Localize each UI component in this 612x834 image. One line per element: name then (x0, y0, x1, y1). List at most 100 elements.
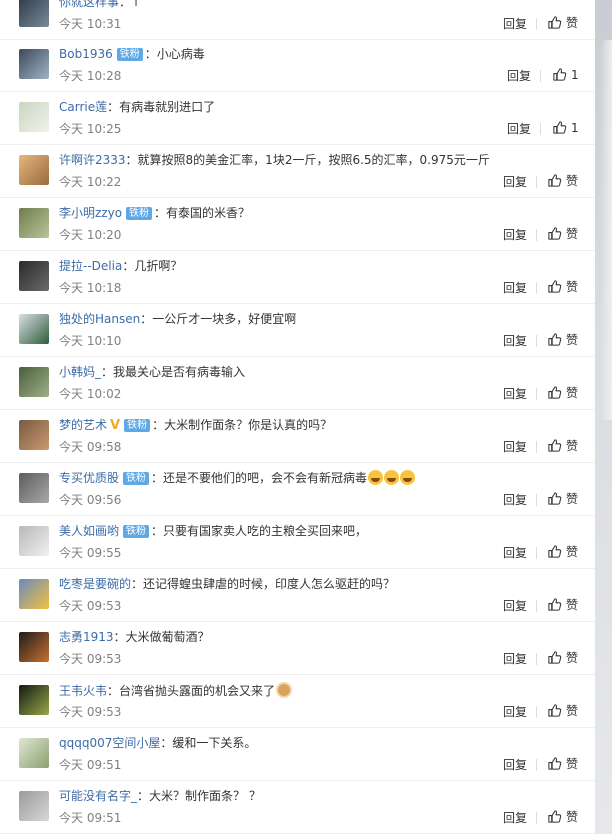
comment-text: ：缓和一下关系。 (160, 736, 257, 750)
comment-content: 独处的Hansen：一公斤才一块多，好便宜啊 (59, 311, 296, 327)
reply-button[interactable]: 回复 (503, 174, 527, 190)
avatar[interactable] (19, 102, 49, 132)
avatar[interactable] (19, 526, 49, 556)
username-link[interactable]: 专买优质股 (59, 471, 119, 485)
verified-icon: V (110, 418, 121, 433)
like-button[interactable]: 赞 (547, 173, 578, 191)
like-button[interactable]: 赞 (547, 809, 578, 827)
like-button[interactable]: 赞 (547, 756, 578, 774)
comment-item: 小韩妈_：我最关心是否有病毒输入 今天 10:02 回复 赞 (0, 357, 595, 410)
comment-time: 今天 10:20 (59, 228, 122, 242)
comment-feed: 你就这样事：↑ 今天 10:31 回复赞 Bob1936 铁粉 ：小心病毒 今天 10:28… (0, 0, 595, 834)
comment-text: ：小心病毒 (144, 47, 205, 61)
fan-badge: 铁粉 (126, 207, 153, 220)
divider (536, 18, 537, 30)
username-link[interactable]: 许啊许2333 (59, 153, 126, 167)
username-link[interactable]: 王韦火韦 (59, 684, 107, 698)
reply-button[interactable]: 回复 (503, 333, 527, 349)
reply-button[interactable]: 回复 (503, 704, 527, 720)
reply-button[interactable]: 回复 (503, 227, 527, 243)
username-link[interactable]: 志勇1913 (59, 630, 114, 644)
like-button[interactable]: 赞 (547, 332, 578, 350)
reply-button[interactable]: 回复 (503, 386, 527, 402)
reply-button[interactable]: 回复 (507, 121, 531, 137)
like-button[interactable]: 赞 (547, 703, 578, 721)
thumbs-up-icon (548, 545, 562, 558)
username-link[interactable]: 可能没有名字_ (59, 789, 137, 803)
thumbs-up-icon (548, 16, 562, 29)
reply-button[interactable]: 回复 (503, 492, 527, 508)
like-count: 赞 (566, 704, 579, 718)
reply-button[interactable]: 回复 (503, 16, 527, 32)
comment-item: Carrie莲：有病毒就别进口了 今天 10:25 回复 1 (0, 92, 595, 145)
comment-content: 美人如画哟 铁粉 ：只要有国家卖人吃的主粮全买回来吧， (59, 523, 367, 539)
avatar[interactable] (19, 791, 49, 821)
like-button[interactable]: 赞 (547, 544, 578, 562)
username-link[interactable]: Bob1936 (59, 47, 113, 61)
comment-content: Bob1936 铁粉 ：小心病毒 (59, 46, 205, 62)
comment-text: ：只要有国家卖人吃的主粮全买回来吧， (151, 524, 368, 538)
comment-text: ：还是不要他们的吧，会不会有新冠病毒 (151, 471, 368, 485)
comment-text: ：↑ (119, 0, 142, 9)
reply-button[interactable]: 回复 (503, 810, 527, 826)
comment-item: Bob1936 铁粉 ：小心病毒 今天 10:28 回复 1 (0, 39, 595, 92)
like-count: 1 (571, 121, 579, 135)
username-link[interactable]: 小韩妈_ (59, 365, 101, 379)
thumbs-up-icon (548, 333, 562, 346)
comment-time: 今天 10:31 (59, 17, 122, 31)
username-link[interactable]: 李小明zzyo (59, 206, 122, 220)
like-button[interactable]: 赞 (547, 597, 578, 615)
avatar[interactable] (19, 579, 49, 609)
like-count: 赞 (566, 810, 579, 824)
avatar[interactable] (19, 685, 49, 715)
divider (536, 335, 537, 347)
username-link[interactable]: 提拉--Delia (59, 259, 122, 273)
reply-button[interactable]: 回复 (503, 439, 527, 455)
username-link[interactable]: 梦的艺术 (59, 418, 107, 432)
reply-button[interactable]: 回复 (503, 545, 527, 561)
like-button[interactable]: 1 (552, 120, 579, 138)
avatar[interactable] (19, 420, 49, 450)
avatar[interactable] (19, 632, 49, 662)
avatar[interactable] (19, 155, 49, 185)
avatar[interactable] (19, 473, 49, 503)
username-link[interactable]: 你就这样事 (59, 0, 119, 9)
thumbs-up-icon (548, 492, 562, 505)
like-button[interactable]: 1 (552, 67, 579, 85)
thumbs-up-icon (553, 121, 567, 134)
username-link[interactable]: qqqq007空间小屋 (59, 736, 160, 750)
thumbs-up-icon (553, 68, 567, 81)
comment-time: 今天 09:51 (59, 811, 122, 825)
reply-button[interactable]: 回复 (507, 68, 531, 84)
avatar[interactable] (19, 208, 49, 238)
comment-text: ：一公斤才一块多，好便宜啊 (140, 312, 297, 326)
like-button[interactable]: 赞 (547, 15, 578, 33)
comment-content: 吃枣是要碗的：还记得蝗虫肆虐的时候，印度人怎么驱赶的吗？ (59, 576, 395, 592)
thumbs-up-icon (548, 704, 562, 717)
comment-item: 志勇1913：大米做葡萄酒？ 今天 09:53 回复 赞 (0, 622, 595, 675)
avatar[interactable] (19, 49, 49, 79)
username-link[interactable]: 独处的Hansen (59, 312, 140, 326)
like-button[interactable]: 赞 (547, 650, 578, 668)
comment-item: 专买优质股 铁粉 ：还是不要他们的吧，会不会有新冠病毒 今天 09:56 回复 赞 (0, 463, 595, 516)
like-button[interactable]: 赞 (547, 279, 578, 297)
like-button[interactable]: 赞 (547, 226, 578, 244)
like-count: 赞 (566, 174, 579, 188)
avatar[interactable] (19, 367, 49, 397)
like-button[interactable]: 赞 (547, 385, 578, 403)
comment-content: 你就这样事：↑ (59, 0, 141, 10)
avatar[interactable] (19, 738, 49, 768)
avatar[interactable] (19, 314, 49, 344)
username-link[interactable]: Carrie莲 (59, 100, 107, 114)
username-link[interactable]: 吃枣是要碗的 (59, 577, 131, 591)
cat-emoji-icon (276, 682, 293, 698)
reply-button[interactable]: 回复 (503, 280, 527, 296)
reply-button[interactable]: 回复 (503, 598, 527, 614)
like-button[interactable]: 赞 (547, 491, 578, 509)
username-link[interactable]: 美人如画哟 (59, 524, 119, 538)
like-button[interactable]: 赞 (547, 438, 578, 456)
avatar[interactable] (19, 0, 49, 27)
reply-button[interactable]: 回复 (503, 757, 527, 773)
avatar[interactable] (19, 261, 49, 291)
reply-button[interactable]: 回复 (503, 651, 527, 667)
